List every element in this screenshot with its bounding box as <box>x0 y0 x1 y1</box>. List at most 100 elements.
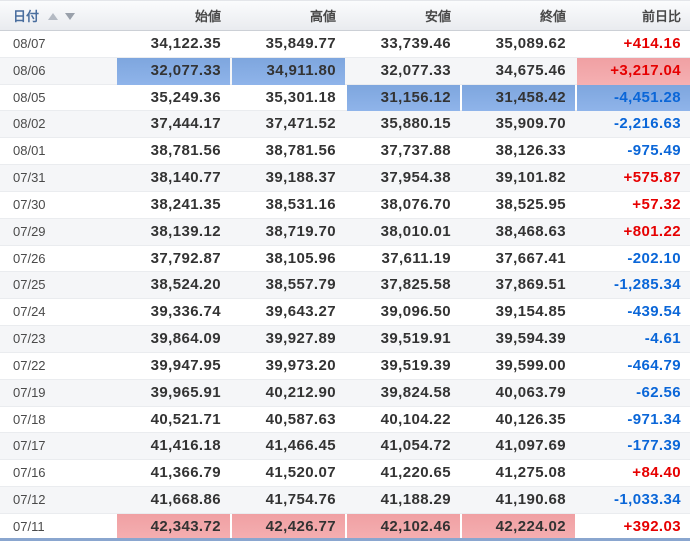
cell-change: -4.61 <box>575 326 690 353</box>
cell-change: -464.79 <box>575 353 690 380</box>
cell-high: 41,466.45 <box>230 433 345 460</box>
cell-close: 35,089.62 <box>460 31 575 58</box>
col-header-date[interactable]: 日付 <box>0 0 115 31</box>
col-header-change: 前日比 <box>575 0 690 31</box>
cell-date: 08/06 <box>0 58 115 85</box>
cell-high: 39,188.37 <box>230 165 345 192</box>
cell-high: 39,643.27 <box>230 299 345 326</box>
cell-date: 07/19 <box>0 380 115 407</box>
cell-change: +392.03 <box>575 514 690 541</box>
cell-low: 39,519.91 <box>345 326 460 353</box>
cell-open: 38,781.56 <box>115 138 230 165</box>
cell-close: 38,126.33 <box>460 138 575 165</box>
cell-open: 41,416.18 <box>115 433 230 460</box>
sort-descending-icon[interactable] <box>65 13 76 21</box>
cell-open: 39,965.91 <box>115 380 230 407</box>
cell-high: 38,105.96 <box>230 246 345 273</box>
cell-high: 42,426.77 <box>230 513 345 541</box>
cell-high: 35,849.77 <box>230 31 345 58</box>
cell-close: 39,154.85 <box>460 299 575 326</box>
cell-low: 38,010.01 <box>345 219 460 246</box>
cell-high: 40,587.63 <box>230 407 345 434</box>
cell-change: -971.34 <box>575 407 690 434</box>
cell-date: 07/16 <box>0 460 115 487</box>
cell-open: 38,140.77 <box>115 165 230 192</box>
cell-open: 34,122.35 <box>115 31 230 58</box>
cell-open: 39,947.95 <box>115 353 230 380</box>
table-row: 07/25 38,524.20 38,557.79 37,825.58 37,869.5… <box>0 272 690 300</box>
price-history-table: 日付 始値 高値 安値 終値 前日比 08/07 34,122.35 35,849.… <box>0 0 690 541</box>
cell-open: 41,366.79 <box>115 460 230 487</box>
cell-open: 40,521.71 <box>115 407 230 434</box>
col-header-low: 安値 <box>345 0 460 31</box>
cell-date: 08/02 <box>0 111 115 138</box>
cell-open: 38,139.12 <box>115 219 230 246</box>
cell-low: 37,954.38 <box>345 165 460 192</box>
cell-date: 07/18 <box>0 407 115 434</box>
cell-date: 08/01 <box>0 138 115 165</box>
cell-low: 37,611.19 <box>345 246 460 273</box>
cell-close: 37,869.51 <box>460 272 575 299</box>
table-row: 07/31 38,140.77 39,188.37 37,954.38 39,101.8… <box>0 165 690 192</box>
cell-close: 39,594.39 <box>460 326 575 353</box>
cell-date: 08/07 <box>0 31 115 58</box>
cell-low: 39,096.50 <box>345 299 460 326</box>
table-row: 08/07 34,122.35 35,849.77 33,739.46 35,089.6… <box>0 31 690 58</box>
cell-close: 31,458.42 <box>460 84 575 112</box>
cell-low: 39,824.58 <box>345 380 460 407</box>
table-row: 07/16 41,366.79 41,520.07 41,220.65 41,275.0… <box>0 460 690 487</box>
table-row: 07/24 39,336.74 39,643.27 39,096.50 39,154.8… <box>0 299 690 326</box>
cell-open: 38,524.20 <box>115 272 230 299</box>
cell-change: -2,216.63 <box>575 111 690 138</box>
cell-open: 39,864.09 <box>115 326 230 353</box>
cell-close: 35,909.70 <box>460 111 575 138</box>
cell-date: 07/30 <box>0 192 115 219</box>
cell-low: 41,188.29 <box>345 487 460 514</box>
table-header: 日付 始値 高値 安値 終値 前日比 <box>0 0 690 31</box>
cell-change: -439.54 <box>575 299 690 326</box>
sort-ascending-icon[interactable] <box>48 13 59 21</box>
table-row: 08/02 37,444.17 37,471.52 35,880.15 35,909.7… <box>0 111 690 139</box>
cell-low: 42,102.46 <box>345 513 460 541</box>
cell-low: 38,076.70 <box>345 192 460 219</box>
cell-date: 07/26 <box>0 246 115 273</box>
cell-low: 37,825.58 <box>345 272 460 299</box>
cell-close: 41,097.69 <box>460 433 575 460</box>
table-row: 07/17 41,416.18 41,466.45 41,054.72 41,097.6… <box>0 433 690 461</box>
cell-change: +414.16 <box>575 31 690 58</box>
cell-open: 35,249.36 <box>115 85 230 112</box>
table-row: 07/30 38,241.35 38,531.16 38,076.70 38,525.9… <box>0 192 690 219</box>
cell-close: 42,224.02 <box>460 513 575 541</box>
cell-low: 31,156.12 <box>345 84 460 112</box>
cell-date: 07/25 <box>0 272 115 299</box>
cell-date: 07/31 <box>0 165 115 192</box>
table-row: 07/12 41,668.86 41,754.76 41,188.29 41,190.6… <box>0 487 690 514</box>
cell-change: -202.10 <box>575 246 690 273</box>
table-row: 08/06 32,077.33 34,911.80 32,077.33 34,675.4… <box>0 57 690 85</box>
cell-low: 37,737.88 <box>345 138 460 165</box>
cell-date: 07/24 <box>0 299 115 326</box>
cell-open: 41,668.86 <box>115 487 230 514</box>
cell-date: 07/22 <box>0 353 115 380</box>
col-header-close: 終値 <box>460 0 575 31</box>
table-row: 07/18 40,521.71 40,587.63 40,104.22 40,126.3… <box>0 407 690 434</box>
cell-close: 40,063.79 <box>460 380 575 407</box>
cell-close: 41,190.68 <box>460 487 575 514</box>
cell-date: 08/05 <box>0 85 115 112</box>
cell-high: 39,927.89 <box>230 326 345 353</box>
cell-high: 35,301.18 <box>230 85 345 112</box>
cell-open: 39,336.74 <box>115 299 230 326</box>
cell-date: 07/23 <box>0 326 115 353</box>
cell-change: -62.56 <box>575 380 690 407</box>
cell-change: -1,285.34 <box>575 272 690 299</box>
cell-open: 38,241.35 <box>115 192 230 219</box>
table-row: 07/11 42,343.72 42,426.77 42,102.46 42,224.0… <box>0 513 690 541</box>
table-row: 08/01 38,781.56 38,781.56 37,737.88 38,126.3… <box>0 138 690 165</box>
col-header-high: 高値 <box>230 0 345 31</box>
table-row: 07/22 39,947.95 39,973.20 39,519.39 39,599.0… <box>0 353 690 380</box>
cell-change: -1,033.34 <box>575 487 690 514</box>
cell-change: +57.32 <box>575 192 690 219</box>
col-header-date-label: 日付 <box>13 9 40 24</box>
cell-close: 34,675.46 <box>460 58 575 85</box>
cell-date: 07/17 <box>0 433 115 460</box>
